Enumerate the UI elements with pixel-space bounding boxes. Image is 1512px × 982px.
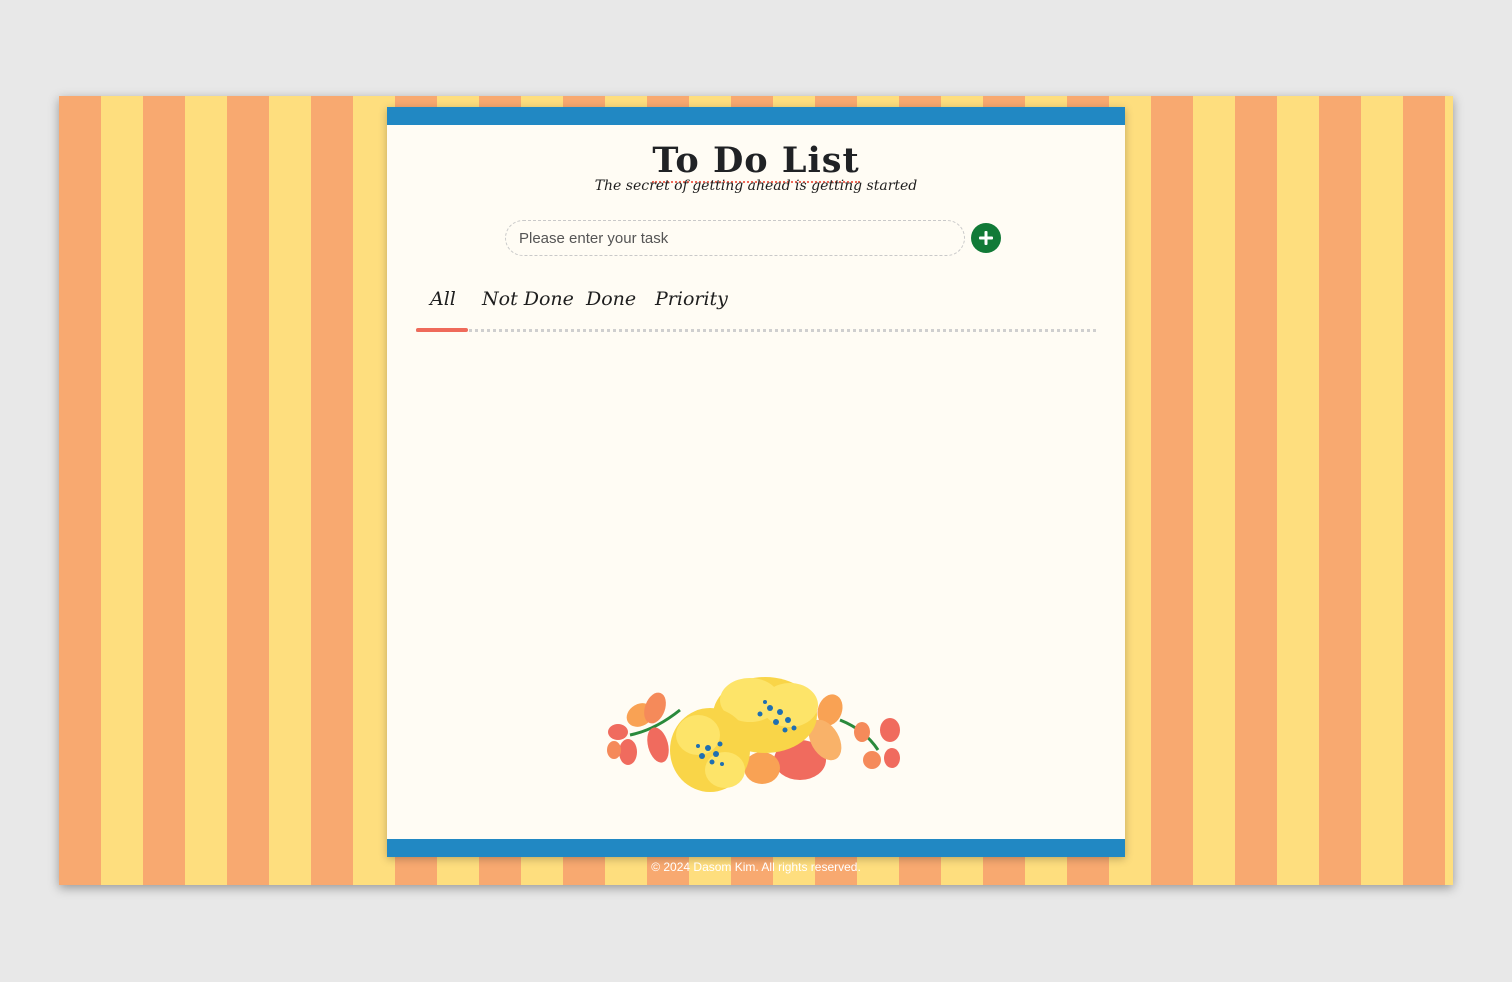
title-text: To Do List [652, 140, 860, 183]
tab-all[interactable]: All [430, 288, 456, 310]
striped-background: To Do List The secret of getting ahead i… [59, 96, 1453, 885]
active-tab-indicator [416, 328, 468, 332]
tab-priority[interactable]: Priority [655, 288, 728, 310]
tab-divider [416, 329, 1096, 332]
add-task-button[interactable] [971, 223, 1001, 253]
flower-decoration [607, 677, 900, 792]
footer-copyright: © 2024 Dasom Kim. All rights reserved. [651, 860, 861, 874]
todo-card: To Do List The secret of getting ahead i… [387, 107, 1125, 857]
tab-not-done[interactable]: Not Done [482, 288, 574, 310]
tab-done[interactable]: Done [586, 288, 636, 310]
plus-icon [979, 231, 993, 245]
task-tabs: All Not Done Done Priority [416, 288, 1096, 338]
task-input[interactable] [505, 220, 965, 256]
page-title: To Do List [387, 140, 1125, 183]
page-subtitle: The secret of getting ahead is getting s… [594, 178, 918, 194]
